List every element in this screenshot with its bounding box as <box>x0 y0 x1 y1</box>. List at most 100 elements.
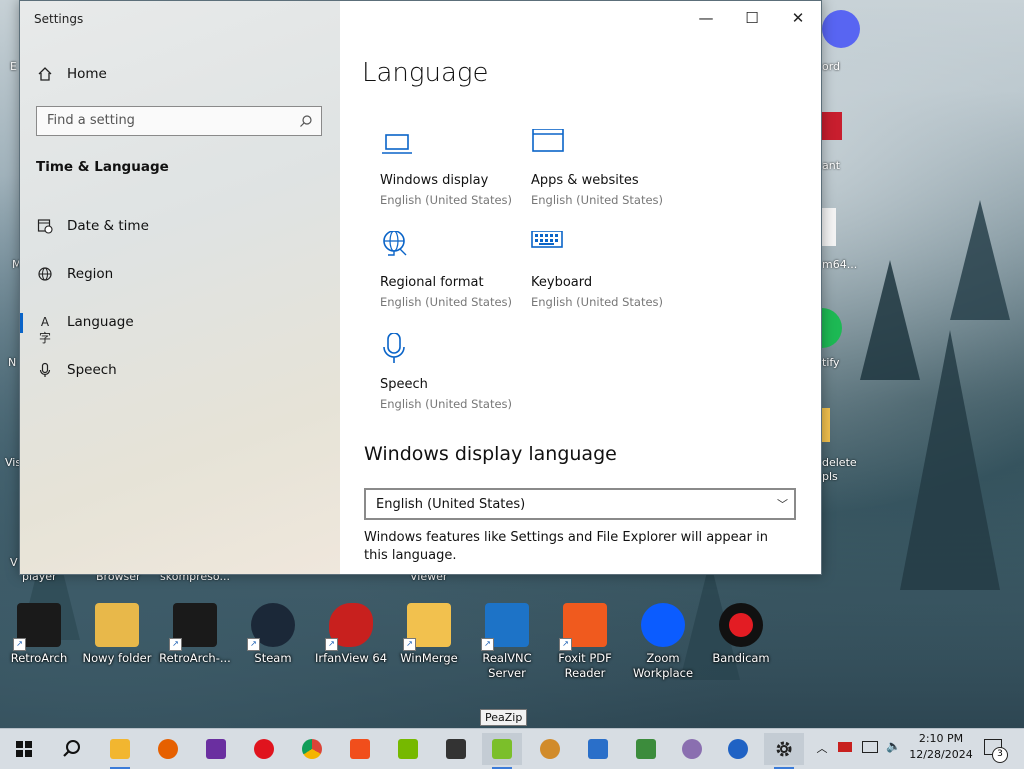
desktop-icon-folder[interactable]: Nowy folder <box>78 603 156 666</box>
desktop-label: tify <box>822 356 840 369</box>
desktop-icon-label: Nowy folder <box>82 651 152 665</box>
realvnc-icon: ↗ <box>481 603 529 651</box>
folder-icon[interactable] <box>822 408 830 442</box>
sidebar-section-heading: Time & Language <box>36 159 169 175</box>
desktop-icon-label: IrfanView 64 <box>314 651 388 665</box>
minimize-button[interactable]: — <box>683 1 729 35</box>
sidebar-item-home[interactable]: Home <box>20 55 340 95</box>
taskbar-notepad-plus[interactable] <box>196 733 236 765</box>
taskbar-opera[interactable] <box>244 733 284 765</box>
desktop-icon-label: Steam <box>254 651 292 665</box>
sidebar-item-speech[interactable]: Speech <box>20 351 340 391</box>
desktop-icon-irfanview[interactable]: ↗ IrfanView 64 <box>312 603 390 666</box>
desktop-label: V <box>10 556 18 569</box>
tile-subtitle: English (United States) <box>531 295 664 309</box>
tree-decoration <box>950 200 1010 320</box>
sidebar-item-date-time[interactable]: Date & time <box>20 207 340 247</box>
taskbar-file-explorer[interactable] <box>100 733 140 769</box>
gear-icon <box>774 739 794 759</box>
tile-name: Apps & websites <box>531 173 639 188</box>
tile-subtitle: English (United States) <box>380 295 513 309</box>
network-icon[interactable] <box>862 741 878 753</box>
desktop-icon-bandicam[interactable]: Bandicam <box>702 603 780 666</box>
desktop-icon-label: WinMerge <box>400 651 458 665</box>
sidebar-item-region[interactable]: Region <box>20 255 340 295</box>
sidebar-item-label: Region <box>67 266 114 282</box>
folder-icon <box>95 603 139 647</box>
chrome-icon <box>302 739 322 759</box>
spotify-icon[interactable] <box>822 308 842 348</box>
retroarch-icon: ↗ <box>169 603 217 651</box>
taskbar-peazip[interactable] <box>482 733 522 769</box>
desktop-icon-winmerge[interactable]: ↗ WinMerge <box>390 603 468 666</box>
opera-icon <box>254 739 274 759</box>
winmerge-icon: ↗ <box>403 603 451 651</box>
taskbar-nvidia[interactable] <box>388 733 428 765</box>
foxit-icon: ↗ <box>559 603 607 651</box>
windows-icon <box>14 739 34 759</box>
desktop-icon-steam[interactable]: ↗ Steam <box>234 603 312 666</box>
desktop-icon-realvnc[interactable]: ↗ RealVNC Server <box>468 603 546 681</box>
tile-windows-display[interactable]: Windows display English (United States) <box>380 129 530 224</box>
desktop-icon-retroarch[interactable]: ↗ RetroArch <box>0 603 78 666</box>
clock-time[interactable]: 2:10 PM <box>906 732 976 745</box>
tray-app-icon[interactable] <box>838 742 852 752</box>
home-icon <box>37 66 53 82</box>
display-language-dropdown[interactable]: English (United States) ﹀ <box>364 488 796 520</box>
nvidia-icon <box>398 739 418 759</box>
settings-window: Settings Home Time & Language Date & tim… <box>19 0 822 575</box>
desktop-label: E <box>10 60 17 73</box>
taskbar-321-player[interactable] <box>436 733 476 765</box>
app-icon[interactable] <box>822 112 842 140</box>
discord-icon[interactable] <box>822 10 860 48</box>
search-button[interactable] <box>52 733 92 765</box>
sidebar-item-language[interactable]: A字 Language <box>20 303 340 345</box>
taskbar: ︿ 🔈 2:10 PM 12/28/2024 3 <box>0 728 1024 769</box>
desktop-icon-label: RetroArch-... <box>159 651 231 665</box>
desktop-icon-label: Foxit PDF Reader <box>558 651 612 680</box>
tile-keyboard[interactable]: Keyboard English (United States) <box>531 230 681 326</box>
firefox-icon <box>158 739 178 759</box>
tile-apps-websites[interactable]: Apps & websites English (United States) <box>531 128 681 224</box>
maximize-button[interactable]: ☐ <box>729 1 775 35</box>
close-button[interactable]: ✕ <box>775 1 821 35</box>
taskbar-thunderbird[interactable] <box>718 733 758 765</box>
desktop-icon-retroarch-2[interactable]: ↗ RetroArch-... <box>156 603 234 666</box>
tile-name: Keyboard <box>531 275 593 290</box>
taskbar-remote-desktop[interactable] <box>578 733 618 765</box>
brave-icon <box>350 739 370 759</box>
microphone-icon <box>380 332 414 367</box>
show-hidden-icons-chevron-up-icon[interactable]: ︿ <box>814 740 830 756</box>
laptop-icon <box>380 129 414 163</box>
taskbar-app[interactable] <box>530 733 570 765</box>
start-button[interactable] <box>4 733 44 765</box>
calendar-clock-icon <box>37 218 53 234</box>
microphone-icon <box>37 362 53 378</box>
taskbar-firefox[interactable] <box>148 733 188 765</box>
desktop-label: N <box>8 356 17 369</box>
search-box[interactable] <box>36 106 322 136</box>
tile-name: Windows display <box>380 173 489 188</box>
desktop-icon-zoom[interactable]: Zoom Workplace <box>624 603 702 681</box>
taskbar-brave[interactable] <box>340 733 380 765</box>
tile-speech[interactable]: Speech English (United States) <box>380 332 530 428</box>
desktop-icon-foxit[interactable]: ↗ Foxit PDF Reader <box>546 603 624 681</box>
taskbar-settings[interactable] <box>764 733 804 769</box>
taskbar-network-tool[interactable] <box>626 733 666 765</box>
search-input[interactable] <box>37 107 297 133</box>
desktop-icon-label: Bandicam <box>712 651 770 665</box>
taskbar-ghost-app[interactable] <box>672 733 712 765</box>
peazip-icon <box>492 739 512 759</box>
tile-name: Speech <box>380 377 428 392</box>
taskbar-chrome[interactable] <box>292 733 332 765</box>
file-icon[interactable] <box>822 208 836 246</box>
retroarch-icon: ↗ <box>13 603 61 651</box>
steam-icon: ↗ <box>247 603 295 651</box>
bandicam-icon <box>719 603 763 647</box>
clock-date[interactable]: 12/28/2024 <box>906 748 976 761</box>
tile-regional-format[interactable]: Regional format English (United States) <box>380 230 530 326</box>
tree-decoration <box>900 330 1000 590</box>
volume-muted-icon[interactable]: 🔈 <box>886 739 901 755</box>
search-icon[interactable] <box>299 113 313 127</box>
tooltip: PeaZip <box>480 709 528 726</box>
